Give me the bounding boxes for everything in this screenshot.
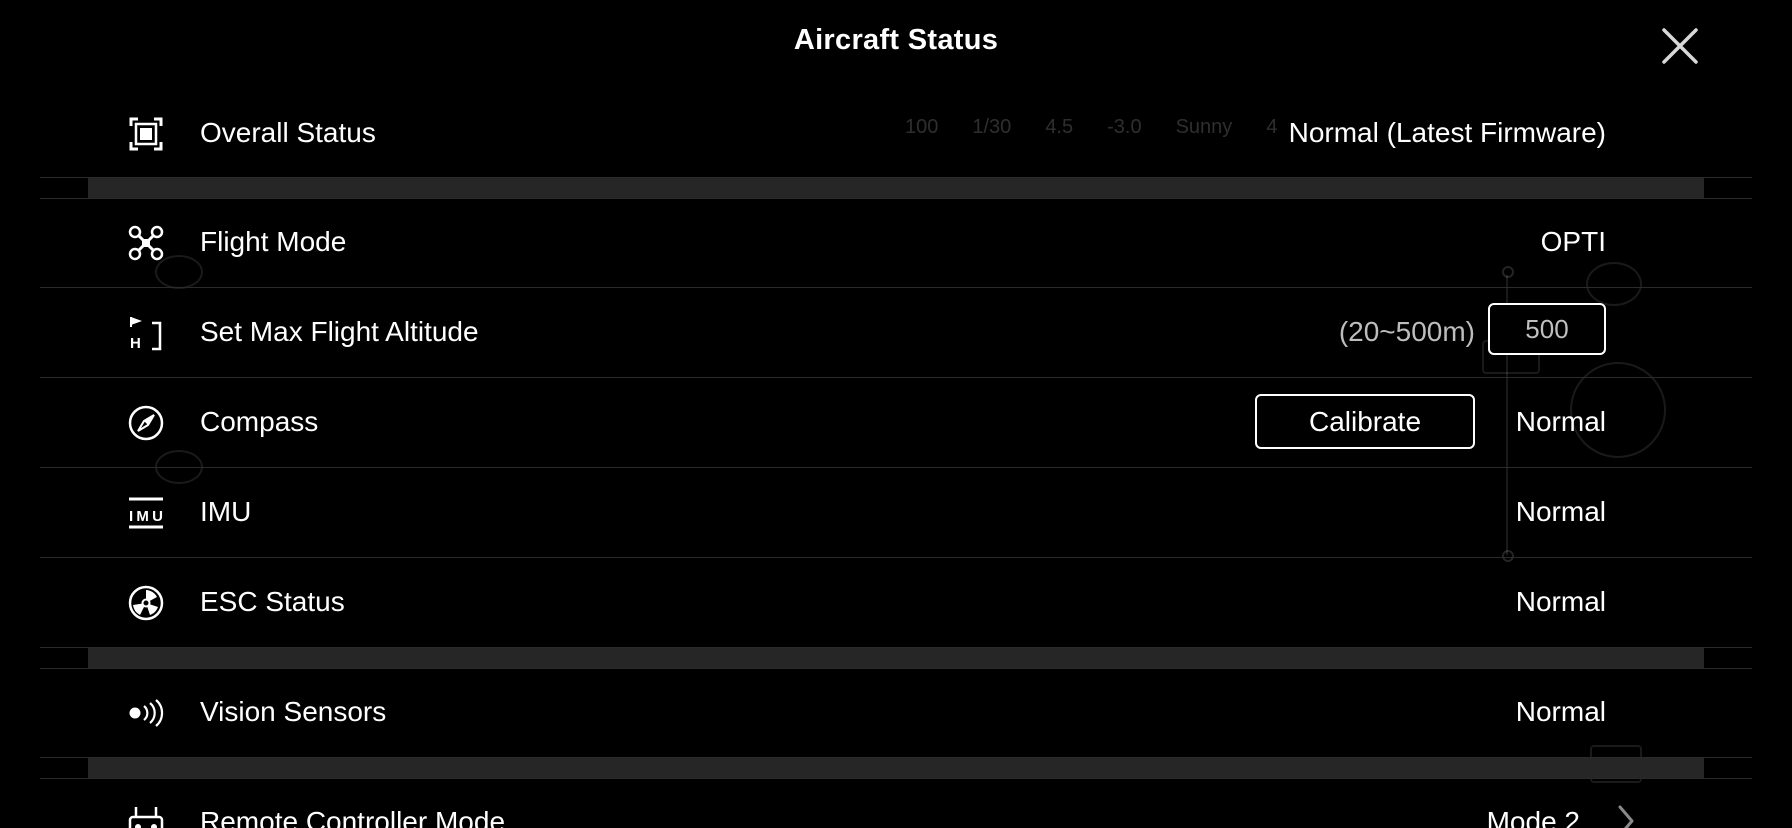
imu-icon: IMU: [128, 495, 164, 531]
chevron-right-icon: [1618, 805, 1634, 828]
section-separator: [40, 647, 1752, 669]
section-separator: [40, 177, 1752, 199]
calibrate-button[interactable]: Calibrate: [1255, 394, 1475, 449]
svg-text:IMU: IMU: [129, 508, 163, 525]
max-altitude-row: H Set Max Flight Altitude (20~500m): [40, 289, 1752, 378]
overall-status-row: Overall Status Normal (Latest Firmware): [40, 90, 1752, 178]
imu-label: IMU: [200, 496, 252, 527]
flight-mode-label: Flight Mode: [200, 226, 347, 257]
imu-row: IMU IMU Normal: [40, 469, 1752, 558]
drone-icon: [128, 225, 164, 261]
altitude-limit-icon: H: [128, 315, 164, 352]
imu-status-value: Normal: [1515, 496, 1606, 527]
compass-label: Compass: [200, 406, 319, 437]
close-button[interactable]: [1658, 24, 1702, 68]
flight-mode-row: Flight Mode OPTI: [40, 199, 1752, 288]
vision-sensors-row: Vision Sensors Normal: [40, 669, 1752, 758]
vision-sensors-value: Normal: [1515, 696, 1606, 727]
esc-icon: [128, 585, 164, 621]
max-altitude-input[interactable]: [1488, 303, 1606, 355]
svg-text:H: H: [130, 335, 141, 351]
overall-status-label: Overall Status: [200, 117, 376, 148]
page-title: Aircraft Status: [793, 24, 999, 56]
frame-status-icon: [128, 116, 164, 152]
aircraft-status-screen: 100 1/30 4.5 -3.0 Sunny 4 Aircraft Statu…: [0, 0, 1792, 828]
modal-header: Aircraft Status: [0, 0, 1792, 88]
esc-status-row: ESC Status Normal: [40, 559, 1752, 648]
compass-icon: [128, 405, 164, 441]
esc-status-label: ESC Status: [200, 586, 345, 617]
max-altitude-label: Set Max Flight Altitude: [200, 316, 479, 347]
compass-status-value: Normal: [1515, 406, 1606, 437]
esc-status-value: Normal: [1515, 586, 1606, 617]
close-icon: [1662, 28, 1698, 64]
overall-status-value: Normal (Latest Firmware): [1288, 117, 1606, 148]
remote-controller-icon: [128, 805, 164, 828]
vision-sensors-label: Vision Sensors: [200, 696, 387, 727]
flight-mode-value: OPTI: [1540, 226, 1606, 257]
remote-controller-mode-label: Remote Controller Mode: [200, 806, 506, 828]
remote-controller-mode-value: Mode 2: [1486, 806, 1580, 828]
altitude-range-hint: (20~500m): [1338, 316, 1475, 347]
section-separator: [40, 757, 1752, 779]
compass-row: Compass Calibrate Normal: [40, 379, 1752, 468]
vision-sensor-icon: [128, 695, 164, 731]
remote-controller-mode-row[interactable]: Remote Controller Mode Mode 2: [40, 779, 1752, 828]
